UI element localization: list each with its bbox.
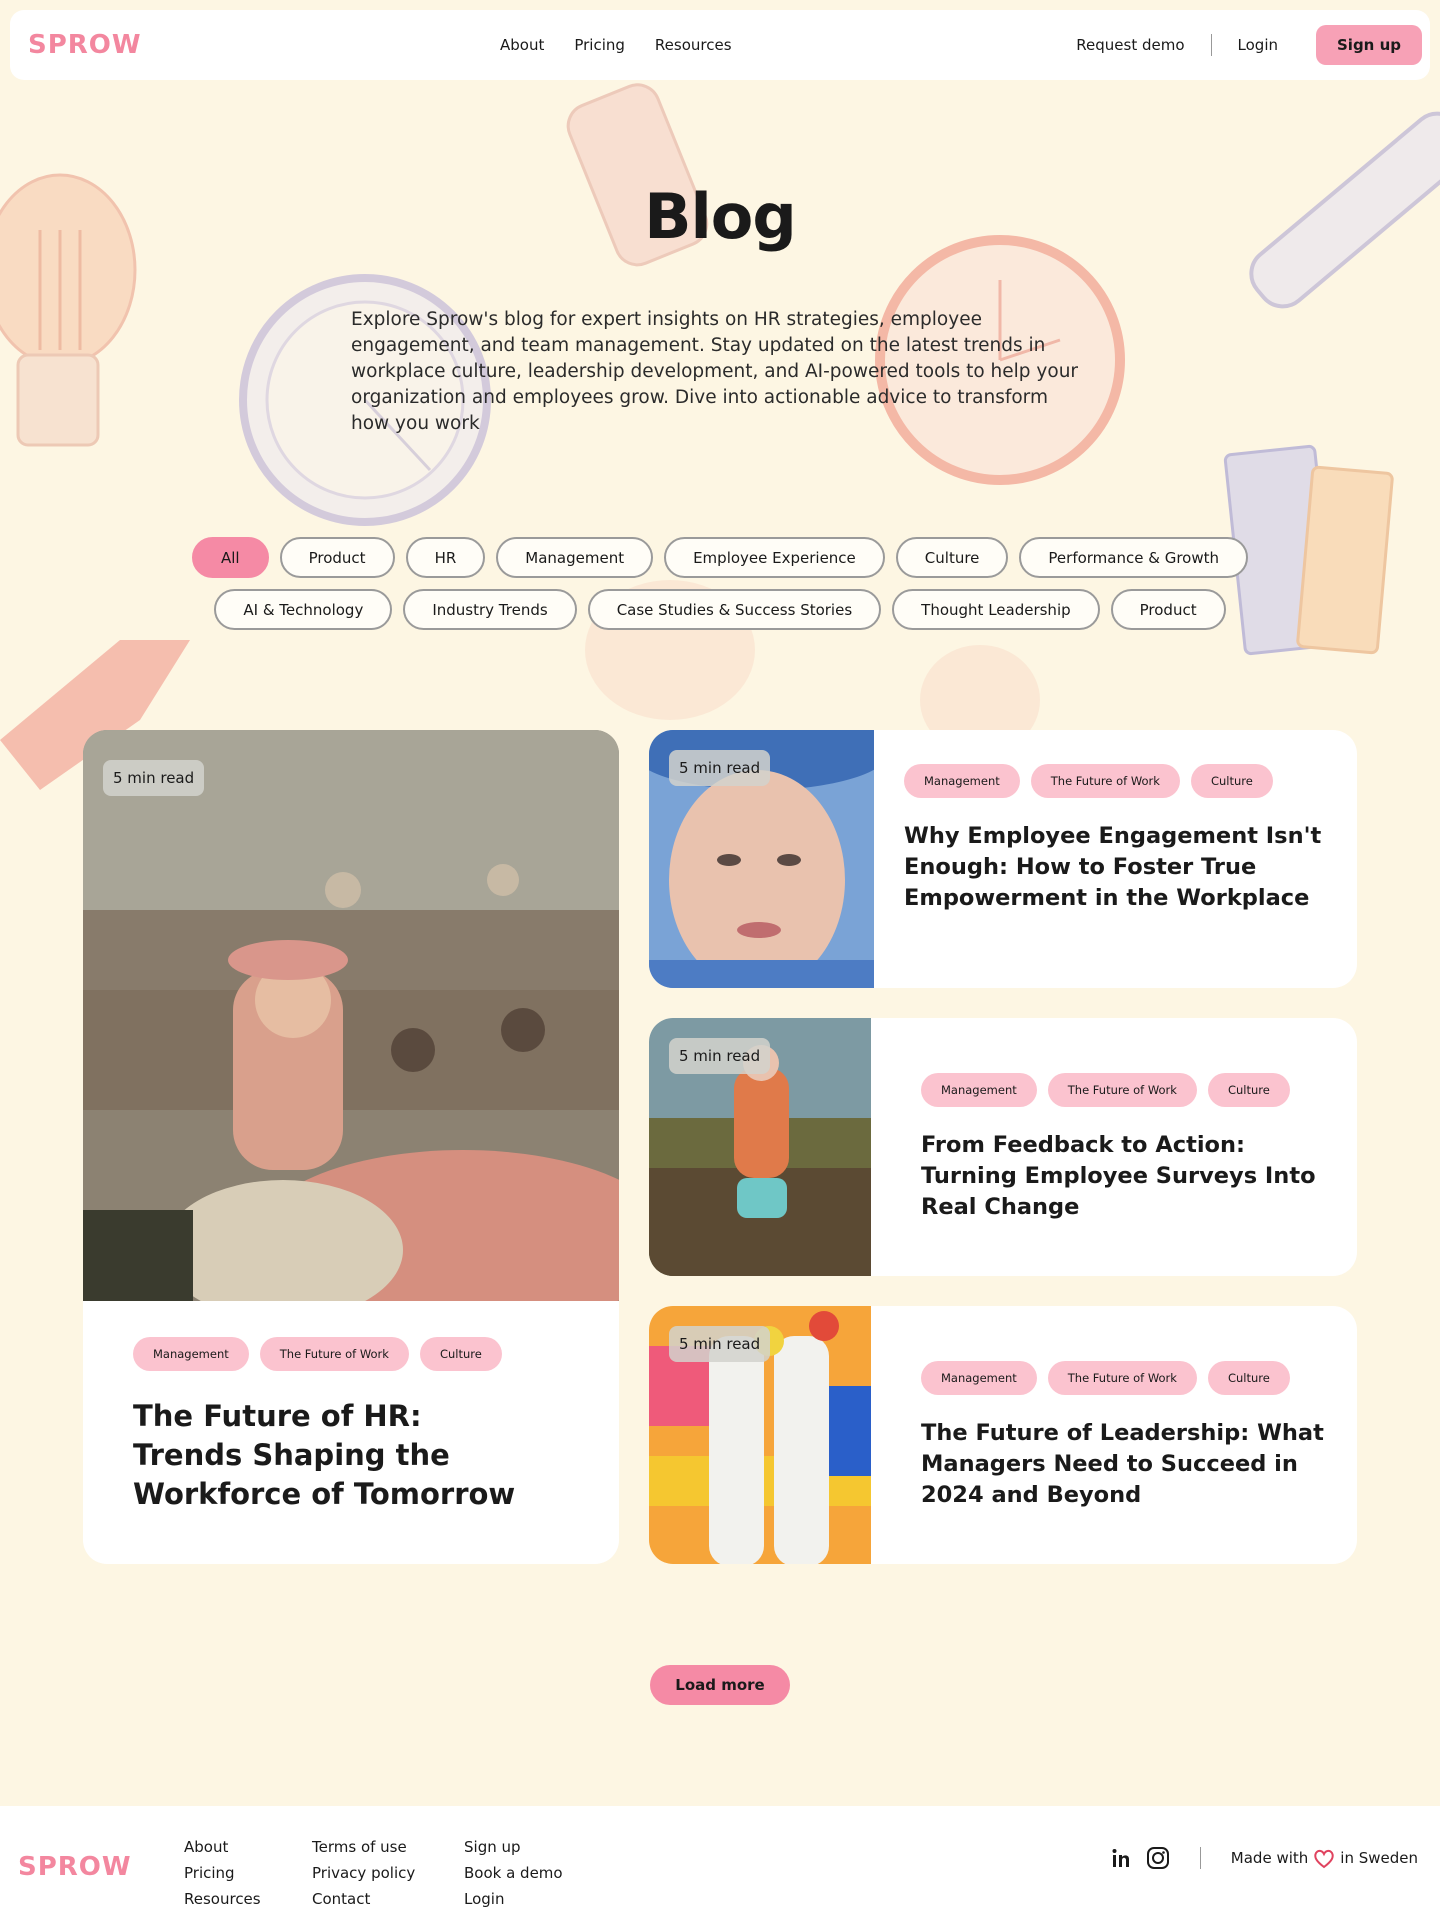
footer-about[interactable]: About: [184, 1834, 261, 1860]
instagram-icon[interactable]: [1146, 1846, 1170, 1870]
made-with-text: Made with: [1230, 1849, 1309, 1867]
logo-text: SPROW: [28, 30, 142, 60]
read-time-badge: 5 min read: [669, 1038, 771, 1074]
post-title[interactable]: Why Employee Engagement Isn't Enough: Ho…: [904, 821, 1324, 914]
read-time-badge: 5 min read: [669, 1326, 771, 1362]
header-divider: [1210, 34, 1212, 56]
post-title[interactable]: The Future of HR: Trends Shaping the Wor…: [133, 1397, 533, 1514]
blog-card[interactable]: 5 min read Management The Future of Work…: [649, 1306, 1357, 1564]
blog-card[interactable]: 5 min read Management The Future of Work…: [649, 1018, 1357, 1276]
main-nav: About Pricing Resources: [500, 10, 732, 80]
footer-book-demo[interactable]: Book a demo: [464, 1860, 563, 1886]
post-tags: Management The Future of Work Culture: [904, 764, 1324, 798]
footer-logo-text: SPROW: [18, 1852, 132, 1882]
filter-thought-leadership[interactable]: Thought Leadership: [892, 589, 1100, 630]
load-more-button[interactable]: Load more: [650, 1665, 790, 1705]
filter-management[interactable]: Management: [496, 537, 654, 578]
in-sweden-text: in Sweden: [1340, 1849, 1418, 1867]
vintage-ward-illustration: [83, 730, 619, 1301]
filter-culture[interactable]: Culture: [895, 537, 1009, 578]
filter-ai-technology[interactable]: AI & Technology: [214, 589, 393, 630]
tag-future-of-work[interactable]: The Future of Work: [1047, 1073, 1197, 1107]
footer-privacy[interactable]: Privacy policy: [312, 1860, 415, 1886]
tag-management[interactable]: Management: [921, 1073, 1037, 1107]
tag-culture[interactable]: Culture: [1207, 1361, 1290, 1395]
filter-industry-trends[interactable]: Industry Trends: [403, 589, 577, 630]
tag-future-of-work[interactable]: The Future of Work: [1047, 1361, 1197, 1395]
footer-pricing[interactable]: Pricing: [184, 1860, 261, 1886]
nav-resources[interactable]: Resources: [655, 36, 732, 54]
request-demo-link[interactable]: Request demo: [1076, 36, 1184, 54]
footer-col-1: About Pricing Resources: [184, 1834, 261, 1912]
read-time-badge: 5 min read: [669, 750, 771, 786]
heart-icon: [1314, 1849, 1334, 1869]
site-header: SPROW About Pricing Resources Request de…: [10, 10, 1430, 80]
nav-pricing[interactable]: Pricing: [574, 36, 625, 54]
site-footer: SPROW About Pricing Resources Terms of u…: [0, 1806, 1440, 1920]
footer-contact[interactable]: Contact: [312, 1886, 415, 1912]
tag-management[interactable]: Management: [921, 1361, 1037, 1395]
tag-management[interactable]: Management: [904, 764, 1020, 798]
tag-culture[interactable]: Culture: [419, 1337, 502, 1371]
tag-future-of-work[interactable]: The Future of Work: [259, 1337, 409, 1371]
tag-culture[interactable]: Culture: [1207, 1073, 1290, 1107]
read-time-badge: 5 min read: [103, 760, 205, 796]
footer-divider: [1199, 1847, 1201, 1869]
blog-intro: Explore Sprow's blog for expert insights…: [351, 309, 1079, 434]
login-link[interactable]: Login: [1238, 36, 1278, 54]
category-filters: All Product HR Management Employee Exper…: [0, 537, 1440, 641]
header-actions: Request demo Login Sign up: [1076, 10, 1422, 80]
post-title[interactable]: The Future of Leadership: What Managers …: [921, 1418, 1331, 1511]
linkedin-icon[interactable]: [1110, 1846, 1134, 1870]
footer-terms[interactable]: Terms of use: [312, 1834, 415, 1860]
filter-hr[interactable]: HR: [405, 537, 486, 578]
featured-post-image: [83, 730, 619, 1301]
filter-all[interactable]: All: [192, 537, 269, 578]
filter-row-2: AI & Technology Industry Trends Case Stu…: [0, 589, 1440, 630]
footer-col-3: Sign up Book a demo Login: [464, 1834, 563, 1912]
tag-culture[interactable]: Culture: [1190, 764, 1273, 798]
post-title[interactable]: From Feedback to Action: Turning Employe…: [921, 1130, 1331, 1223]
post-tags: Management The Future of Work Culture: [133, 1337, 583, 1371]
post-tags: Management The Future of Work Culture: [921, 1361, 1331, 1395]
signup-button[interactable]: Sign up: [1316, 25, 1422, 65]
blog-card-featured[interactable]: 5 min read Management The Future of Work…: [83, 730, 619, 1564]
filter-employee-experience[interactable]: Employee Experience: [664, 537, 885, 578]
filter-product-2[interactable]: Product: [1110, 589, 1226, 630]
footer-right: Made with in Sweden: [1110, 1846, 1418, 1870]
footer-col-2: Terms of use Privacy policy Contact: [312, 1834, 415, 1912]
footer-login[interactable]: Login: [464, 1886, 563, 1912]
footer-resources[interactable]: Resources: [184, 1886, 261, 1912]
footer-signup[interactable]: Sign up: [464, 1834, 563, 1860]
sprow-logo[interactable]: SPROW: [28, 30, 142, 60]
blog-card[interactable]: 5 min read Management The Future of Work…: [649, 730, 1357, 988]
filter-product[interactable]: Product: [279, 537, 395, 578]
tag-management[interactable]: Management: [133, 1337, 249, 1371]
filter-case-studies[interactable]: Case Studies & Success Stories: [587, 589, 882, 630]
nav-about[interactable]: About: [500, 36, 544, 54]
post-tags: Management The Future of Work Culture: [921, 1073, 1331, 1107]
filter-performance-growth[interactable]: Performance & Growth: [1019, 537, 1248, 578]
tag-future-of-work[interactable]: The Future of Work: [1030, 764, 1180, 798]
page-title: Blog: [644, 180, 796, 253]
footer-logo[interactable]: SPROW: [18, 1852, 132, 1882]
filter-row-1: All Product HR Management Employee Exper…: [0, 537, 1440, 578]
